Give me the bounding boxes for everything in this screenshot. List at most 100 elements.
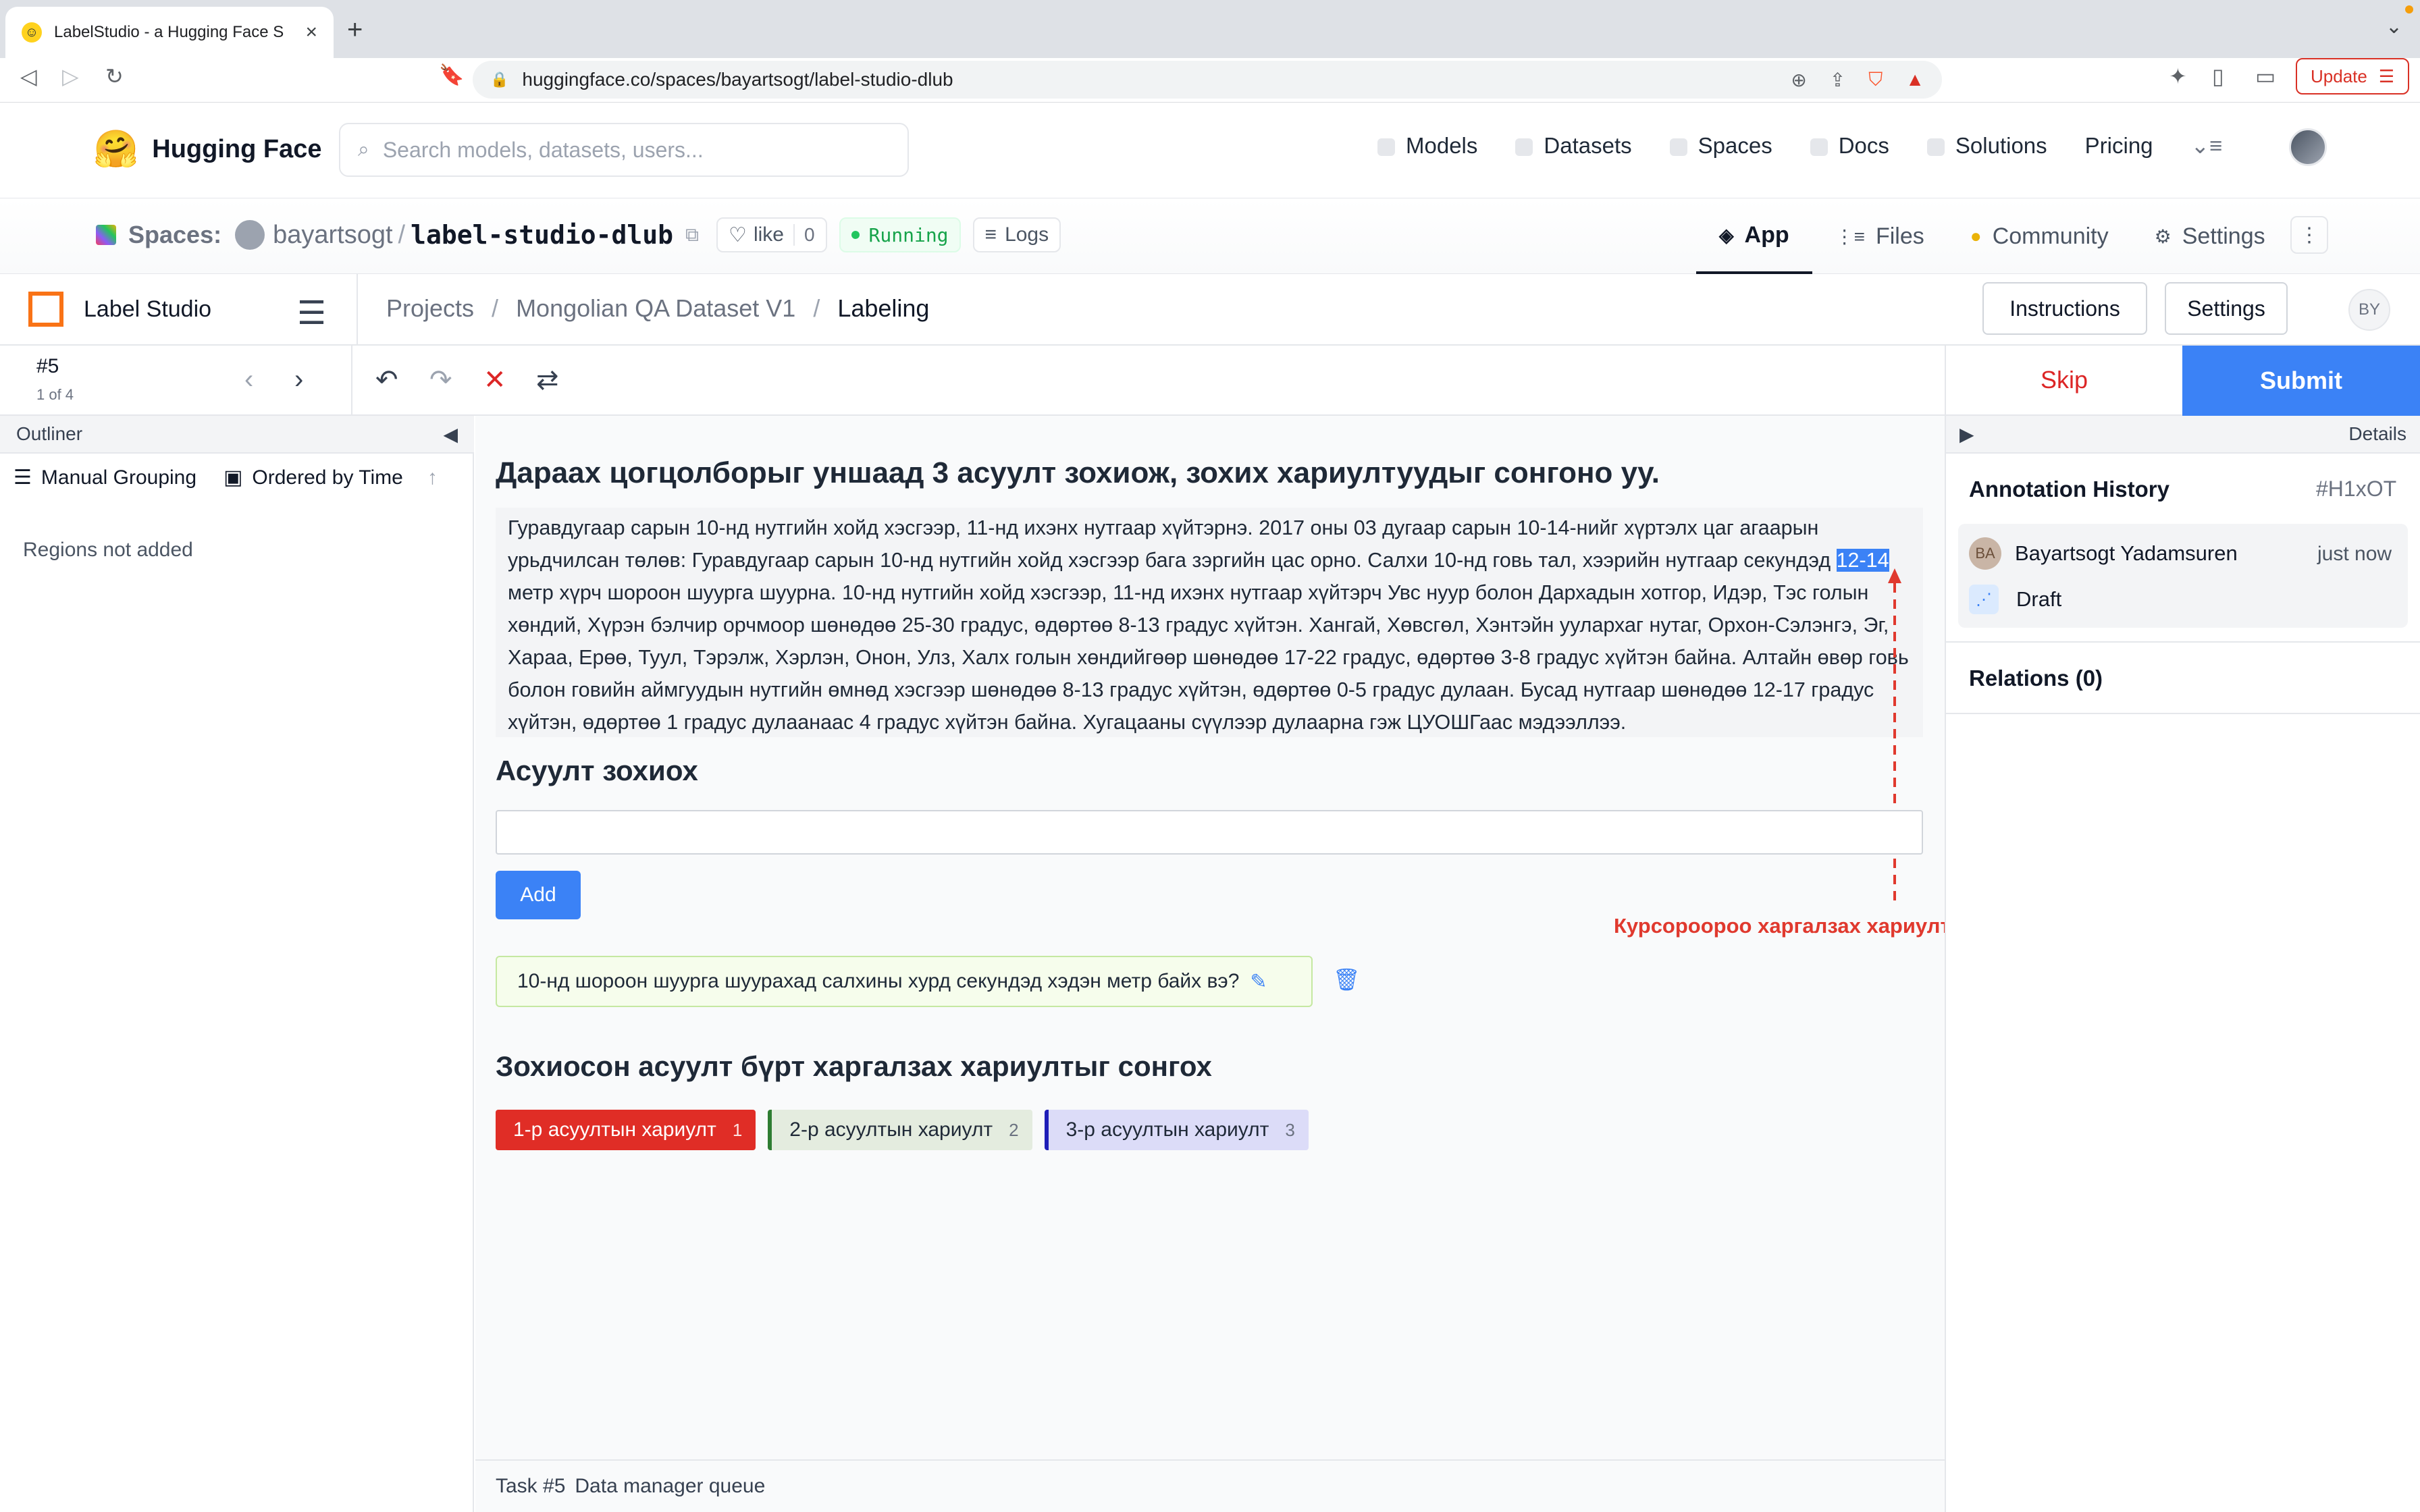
divider — [357, 274, 358, 346]
tab-app[interactable]: ◈ App — [1696, 198, 1812, 274]
annotator-avatar: BA — [1969, 537, 2001, 570]
hf-search[interactable]: ⌕ — [339, 123, 909, 177]
back-icon[interactable]: ◁ — [20, 63, 37, 89]
zoom-icon[interactable]: ⊕ — [1791, 69, 1806, 91]
relations-title[interactable]: Relations (0) — [1969, 666, 2103, 691]
delete-trash-icon[interactable]: 🗑 — [1333, 967, 1361, 992]
prev-task-icon[interactable]: ‹ — [244, 364, 253, 395]
ls-user-avatar[interactable]: BY — [2348, 289, 2390, 331]
outliner-header: Outliner ◀ — [0, 416, 474, 454]
next-task-icon[interactable]: › — [294, 364, 303, 395]
breadcrumb-current: Labeling — [837, 294, 930, 322]
sidebar-icon[interactable]: ▯ — [2212, 63, 2224, 89]
redo-icon[interactable]: ↷ — [429, 364, 452, 396]
annotation-id: #H1xOT — [2316, 477, 2397, 501]
question-item[interactable]: 10-нд шороон шуурга шуурахад салхины хур… — [496, 956, 1313, 1007]
gear-icon: ⚙ — [2154, 225, 2172, 247]
models-icon — [1377, 138, 1395, 156]
tab-community[interactable]: ● Community — [1947, 198, 2132, 274]
label-answer-1[interactable]: 1-р асуултын хариулт 1 — [496, 1110, 756, 1150]
extensions-icon[interactable]: ✦ — [2169, 63, 2187, 89]
owner-avatar — [235, 220, 265, 250]
forward-icon[interactable]: ▷ — [62, 63, 79, 89]
status-text: Running — [868, 223, 949, 246]
collapse-left-icon[interactable]: ◀ — [443, 423, 458, 446]
solutions-icon — [1926, 138, 1945, 156]
nav-models[interactable]: Models — [1377, 133, 1477, 159]
hamburger-menu-icon[interactable]: ☰ — [297, 294, 326, 332]
nav-spaces[interactable]: Spaces — [1669, 133, 1772, 159]
nav-solutions[interactable]: Solutions — [1926, 133, 2047, 159]
share-icon[interactable]: ⇪ — [1830, 69, 1845, 91]
breadcrumb-projects[interactable]: Projects — [386, 294, 474, 323]
status-badge[interactable]: Running — [839, 217, 961, 252]
copy-icon[interactable]: ⧉ — [685, 224, 699, 246]
breadcrumb-separator: / — [492, 294, 499, 322]
user-avatar[interactable] — [2289, 128, 2327, 166]
answer-section-title: Зохиосон асуулт бүрт харгалзах хариултыг… — [496, 1050, 1212, 1082]
reset-icon[interactable]: ✕ — [483, 364, 506, 396]
kebab-menu-icon[interactable]: ⋮ — [2290, 216, 2328, 254]
hugging-face-emoji-icon: 🤗 — [93, 129, 139, 169]
menu-icon: ☰ — [2378, 65, 2394, 86]
bookmark-icon[interactable]: 🔖 — [439, 63, 464, 87]
like-button[interactable]: ♡ like 0 — [716, 217, 827, 252]
nav-docs[interactable]: Docs — [1810, 133, 1889, 159]
hf-logo[interactable]: 🤗 Hugging Face — [93, 128, 321, 171]
question-text: 10-нд шороон шуурга шуурахад салхины хур… — [517, 970, 1240, 992]
update-button[interactable]: Update ☰ — [2296, 58, 2409, 94]
browser-tab[interactable]: ☺ LabelStudio - a Hugging Face S × — [5, 7, 334, 58]
sort-arrow-up-icon[interactable]: ↑ — [427, 466, 438, 489]
skip-button[interactable]: Skip — [1945, 346, 2182, 416]
wallet-icon[interactable]: ▭ — [2255, 63, 2276, 89]
breadcrumb-project[interactable]: Mongolian QA Dataset V1 — [516, 294, 795, 323]
add-button[interactable]: Add — [496, 871, 581, 919]
question-input[interactable] — [496, 810, 1923, 855]
label-answer-2[interactable]: 2-р асуултын хариулт 2 — [768, 1110, 1032, 1150]
url-text: huggingface.co/spaces/bayartsogt/label-s… — [522, 69, 953, 90]
ls-logo[interactable]: Label Studio — [28, 292, 211, 327]
submit-button[interactable]: Submit — [2182, 346, 2420, 416]
details-title: Details — [2348, 423, 2406, 444]
settings-button[interactable]: Settings — [2165, 282, 2288, 335]
like-label: like — [753, 223, 784, 246]
new-tab-icon[interactable]: + — [347, 15, 363, 45]
search-input[interactable] — [382, 137, 890, 163]
draft-icon: ⋰ — [1969, 585, 1999, 614]
text-passage[interactable]: Гуравдугаар сарын 10-нд нутгийн хойд хэс… — [496, 508, 1923, 737]
edit-pencil-icon[interactable]: ✎ — [1250, 970, 1267, 994]
tab-search-chevron-icon[interactable]: ⌄ — [2386, 15, 2402, 38]
tab-close-icon[interactable]: × — [305, 21, 317, 44]
more-menu-icon[interactable]: ⌄≡ — [2191, 132, 2223, 159]
tab-settings[interactable]: ⚙ Settings — [2132, 198, 2288, 274]
instructions-button[interactable]: Instructions — [1982, 282, 2147, 335]
omnibox[interactable]: 🔒 huggingface.co/spaces/bayartsogt/label… — [473, 61, 1942, 99]
ordered-by-time-toggle[interactable]: ▣ Ordered by Time ↑ — [223, 466, 438, 489]
task-id: #5 — [36, 355, 59, 377]
status-dot — [851, 231, 860, 239]
search-icon: ⌕ — [358, 138, 369, 161]
tab-files[interactable]: ⋮≡ Files — [1812, 198, 1947, 274]
notification-dot — [2405, 5, 2413, 14]
brave-rewards-icon[interactable]: ▲ — [1905, 69, 1924, 90]
label-answer-3[interactable]: 3-р асуултын хариулт 3 — [1044, 1110, 1309, 1150]
expand-right-icon[interactable]: ▶ — [1959, 423, 1974, 446]
footer-task: Task #5 — [496, 1475, 566, 1497]
reload-icon[interactable]: ↻ — [105, 63, 124, 89]
space-owner-link[interactable]: bayartsogt — [273, 221, 392, 250]
swap-icon[interactable]: ⇄ — [536, 364, 559, 396]
nav-pricing[interactable]: Pricing — [2085, 133, 2153, 159]
manual-grouping-toggle[interactable]: ☰ Manual Grouping — [14, 466, 196, 489]
undo-icon[interactable]: ↶ — [375, 364, 398, 396]
draft-entry[interactable]: ⋰ Draft — [1969, 585, 2061, 614]
divider — [351, 346, 352, 416]
nav-datasets[interactable]: Datasets — [1515, 133, 1632, 159]
brave-shield-icon[interactable]: ⛉ — [1868, 69, 1883, 91]
logs-button[interactable]: ≡ Logs — [972, 217, 1061, 252]
details-header: ▶ Details — [1946, 416, 2420, 454]
slash: / — [398, 220, 406, 249]
tab-title: LabelStudio - a Hugging Face S — [54, 23, 284, 41]
community-icon: ● — [1970, 225, 1982, 246]
space-name-link[interactable]: label-studio-dlub — [411, 220, 673, 250]
divider — [1946, 641, 2420, 643]
